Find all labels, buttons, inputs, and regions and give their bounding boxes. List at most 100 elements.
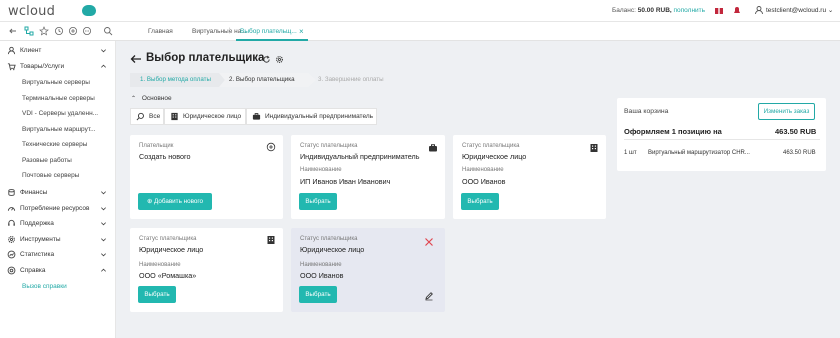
choose-button[interactable]: Выбрать (299, 286, 337, 303)
balance-value: 50.00 RUB, (637, 7, 672, 14)
refresh-icon[interactable] (262, 55, 271, 64)
logo[interactable]: wcloud (8, 4, 55, 19)
sidebar-item-label: Поддержка (20, 220, 54, 227)
chevron-down-icon (101, 238, 106, 242)
star-icon[interactable] (39, 26, 49, 36)
payer-card-selected: Статус плательщика Юридическое лицо Наим… (291, 228, 445, 312)
sidebar-sub-virtual-servers[interactable]: Виртуальные серверы (22, 79, 90, 86)
user-icon (755, 6, 763, 15)
status-label: Статус плательщика (462, 143, 520, 149)
notification-icon[interactable] (732, 5, 742, 15)
name-label: Наименование (300, 167, 342, 173)
status-label: Статус плательщика (300, 143, 358, 149)
sidebar-sub-call-help[interactable]: Вызов справки (22, 283, 67, 290)
search-icon[interactable] (103, 26, 113, 36)
name-label: Наименование (300, 262, 342, 268)
cart-total: 463.50 RUB (775, 127, 817, 136)
sidebar-item-label: Товары/Услуги (20, 63, 65, 70)
tab-bar: Главная Виртуальные на... | Выбор плател… (0, 22, 840, 41)
cart-item-qty: 1 шт (624, 150, 637, 156)
status-value: Юридическое лицо (139, 245, 204, 254)
name-value: ООО Иванов (462, 177, 506, 186)
add-circle-icon[interactable] (68, 26, 78, 36)
sidebar-item-statistics[interactable]: Статистика (0, 247, 116, 263)
status-value: Юридическое лицо (462, 152, 527, 161)
chevron-up-icon: ⌃ (131, 96, 137, 102)
building-icon (590, 144, 598, 152)
sitemap-icon[interactable] (24, 26, 34, 36)
help-icon (7, 266, 16, 275)
choose-button[interactable]: Выбрать (461, 193, 499, 210)
tab-close-icon[interactable]: × (299, 27, 304, 36)
section-main-toggle[interactable]: ⌃ Основное (131, 95, 172, 102)
logo-cloud-icon (82, 5, 96, 16)
name-label: Наименование (462, 167, 504, 173)
add-new-payer-button[interactable]: ⊕ Добавить нового (138, 193, 212, 210)
filter-legal-entity[interactable]: Юридическое лицо (164, 108, 246, 125)
user-menu[interactable]: testclient@wcloud.ru ⌄ (766, 6, 833, 14)
add-circle-icon: ⊕ (146, 198, 153, 205)
search-icon (136, 112, 144, 121)
settings-icon[interactable] (275, 55, 284, 64)
sidebar-sub-vdi[interactable]: VDI - Серверы удаленн... (22, 110, 98, 117)
section-label: Основное (141, 95, 172, 102)
sidebar-sub-terminal-servers[interactable]: Терминальные серверы (22, 95, 95, 102)
sidebar-item-help[interactable]: Справка (0, 263, 116, 279)
payer-value: Создать нового (139, 152, 191, 161)
name-label: Наименование (139, 262, 181, 268)
choose-button[interactable]: Выбрать (138, 286, 176, 303)
breadcrumb-steps: 1. Выбор метода оплаты 2. Выбор плательщ… (130, 73, 604, 87)
tab-payer-select[interactable]: Выбор плательщ... (240, 28, 297, 35)
chevron-up-icon (101, 64, 106, 68)
name-value: ИП Иванов Иван Иванович (300, 177, 391, 186)
back-arrow-icon[interactable] (130, 54, 142, 64)
history-icon[interactable] (54, 26, 64, 36)
briefcase-icon (252, 113, 261, 120)
cart-panel: Ваша корзина Изменить заказ Оформляем 1 … (617, 98, 826, 171)
topup-link[interactable]: пополнить (674, 7, 706, 14)
sidebar-item-label: Финансы (20, 189, 48, 196)
sidebar-item-support[interactable]: Поддержка (0, 216, 116, 232)
sidebar-sub-mail-servers[interactable]: Почтовые серверы (22, 172, 79, 179)
name-value: ООО Иванов (300, 271, 344, 280)
step-finish: 3. Завершение оплаты (318, 76, 384, 83)
close-icon[interactable] (424, 237, 434, 247)
status-label: Статус плательщика (300, 236, 358, 242)
filter-individual-entrepreneur[interactable]: Индивидуальный предприниматель (246, 108, 377, 125)
chevron-down-icon (101, 191, 106, 195)
gift-icon[interactable] (714, 5, 724, 15)
briefcase-icon (429, 144, 437, 152)
status-label: Статус плательщика (139, 236, 197, 242)
sidebar-sub-virtual-routers[interactable]: Виртуальные маршрут... (22, 126, 96, 133)
choose-button[interactable]: Выбрать (299, 193, 337, 210)
payer-label: Плательщик (139, 143, 174, 149)
add-circle-icon[interactable] (266, 142, 276, 152)
edit-icon[interactable] (424, 291, 434, 301)
sidebar-item-client[interactable]: Клиент (0, 43, 116, 59)
cart-item-name: Виртуальный маршрутизатор CHR... (648, 150, 750, 156)
tab-virtual-servers[interactable]: Виртуальные на... (192, 28, 247, 35)
back-icon[interactable] (8, 26, 18, 36)
sidebar-item-resources[interactable]: Потребление ресурсов (0, 201, 116, 217)
chart-icon (7, 250, 16, 259)
active-tab-indicator (236, 39, 308, 41)
sidebar-item-finance[interactable]: Финансы (0, 185, 116, 201)
button-label: Добавить нового (154, 198, 204, 205)
gauge-icon (7, 207, 16, 211)
more-icon[interactable] (82, 26, 92, 36)
chevron-down-icon (101, 253, 106, 257)
filter-all[interactable]: Все (130, 108, 164, 125)
balance-label: Баланс: (612, 7, 636, 14)
chevron-down-icon (101, 222, 106, 226)
user-email: testclient@wcloud.ru (766, 7, 827, 14)
sidebar-sub-one-time-work[interactable]: Разовые работы (22, 157, 72, 164)
step-payment-method[interactable]: 1. Выбор метода оплаты (130, 73, 225, 87)
sidebar-sub-tech-servers[interactable]: Технические серверы (22, 141, 87, 148)
tab-home[interactable]: Главная (148, 28, 173, 35)
building-icon (171, 112, 178, 121)
payer-card-create: Плательщик Создать нового ⊕ Добавить нов… (130, 135, 283, 219)
cart-title: Ваша корзина (624, 108, 669, 115)
sidebar-item-tools[interactable]: Инструменты (0, 232, 116, 248)
sidebar-item-products[interactable]: Товары/Услуги (0, 59, 116, 75)
change-order-button[interactable]: Изменить заказ (758, 103, 815, 120)
